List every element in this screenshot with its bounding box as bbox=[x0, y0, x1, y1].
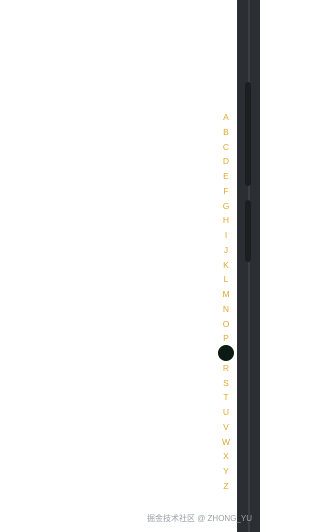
index-letter-z[interactable]: Z bbox=[218, 479, 234, 494]
index-letter-c[interactable]: C bbox=[218, 140, 234, 155]
frame-line bbox=[248, 0, 250, 532]
index-letter-l[interactable]: L bbox=[218, 272, 234, 287]
index-letter-label: F bbox=[223, 185, 229, 196]
index-letter-r[interactable]: R bbox=[218, 361, 234, 376]
index-letter-label: Z bbox=[223, 480, 229, 491]
index-letter-x[interactable]: X bbox=[218, 449, 234, 464]
power-button bbox=[245, 200, 251, 262]
index-letter-label: I bbox=[224, 230, 228, 240]
index-letter-label: C bbox=[222, 141, 230, 152]
index-letter-w[interactable]: W bbox=[218, 435, 234, 450]
index-letter-j[interactable]: J bbox=[218, 243, 234, 258]
index-letter-label: R bbox=[222, 362, 230, 373]
index-letter-label: K bbox=[223, 259, 229, 270]
index-letter-t[interactable]: T bbox=[218, 390, 234, 405]
index-letter-i[interactable]: I bbox=[218, 228, 234, 243]
index-letter-label: M bbox=[222, 289, 230, 299]
index-letter-e[interactable]: E bbox=[218, 169, 234, 184]
index-letter-g[interactable]: G bbox=[218, 199, 234, 214]
index-letter-label: T bbox=[223, 392, 229, 403]
index-letter-label: J bbox=[223, 244, 229, 255]
index-letter-q[interactable] bbox=[218, 345, 234, 361]
index-letter-b[interactable]: B bbox=[218, 125, 234, 140]
index-letter-label: V bbox=[223, 421, 229, 432]
index-letter-label: Y bbox=[223, 466, 229, 476]
index-letter-label: U bbox=[222, 407, 230, 417]
index-letter-label: L bbox=[223, 274, 229, 285]
device-frame-edge bbox=[237, 0, 260, 532]
index-letter-s[interactable]: S bbox=[218, 376, 234, 391]
index-letter-label: P bbox=[223, 333, 229, 344]
index-letter-label: G bbox=[222, 200, 230, 211]
index-letter-k[interactable]: K bbox=[218, 258, 234, 273]
index-letter-label: X bbox=[223, 451, 229, 462]
index-letter-label: S bbox=[223, 377, 229, 388]
index-letter-label: B bbox=[223, 126, 229, 137]
index-letter-label: H bbox=[222, 215, 230, 226]
index-letter-d[interactable]: D bbox=[218, 154, 234, 169]
index-letter-n[interactable]: N bbox=[218, 302, 234, 317]
active-letter-indicator bbox=[218, 345, 234, 361]
index-letter-h[interactable]: H bbox=[218, 213, 234, 228]
index-letter-label: A bbox=[223, 112, 229, 122]
index-letter-u[interactable]: U bbox=[218, 405, 234, 420]
index-letter-label: N bbox=[222, 303, 230, 314]
index-letter-v[interactable]: V bbox=[218, 420, 234, 435]
watermark: 掘金技术社区 @ ZHONG_YU bbox=[146, 514, 252, 523]
index-letter-label: W bbox=[221, 436, 231, 447]
app-screen: ABCDEFGHIJKLMNOP RSTUVWXYZ 掘金技术社区 @ ZHONG… bbox=[0, 0, 260, 532]
index-letter-a[interactable]: A bbox=[218, 110, 234, 125]
index-letter-label: D bbox=[222, 156, 230, 167]
volume-button bbox=[245, 82, 251, 186]
index-letter-f[interactable]: F bbox=[218, 184, 234, 199]
index-letter-m[interactable]: M bbox=[218, 287, 234, 302]
index-letter-label: E bbox=[223, 171, 229, 181]
alphabet-index-bar[interactable]: ABCDEFGHIJKLMNOP RSTUVWXYZ bbox=[218, 110, 234, 494]
index-letter-o[interactable]: O bbox=[218, 317, 234, 332]
index-letter-p[interactable]: P bbox=[218, 331, 234, 346]
index-letter-label: O bbox=[222, 318, 230, 329]
index-letter-y[interactable]: Y bbox=[218, 464, 234, 479]
